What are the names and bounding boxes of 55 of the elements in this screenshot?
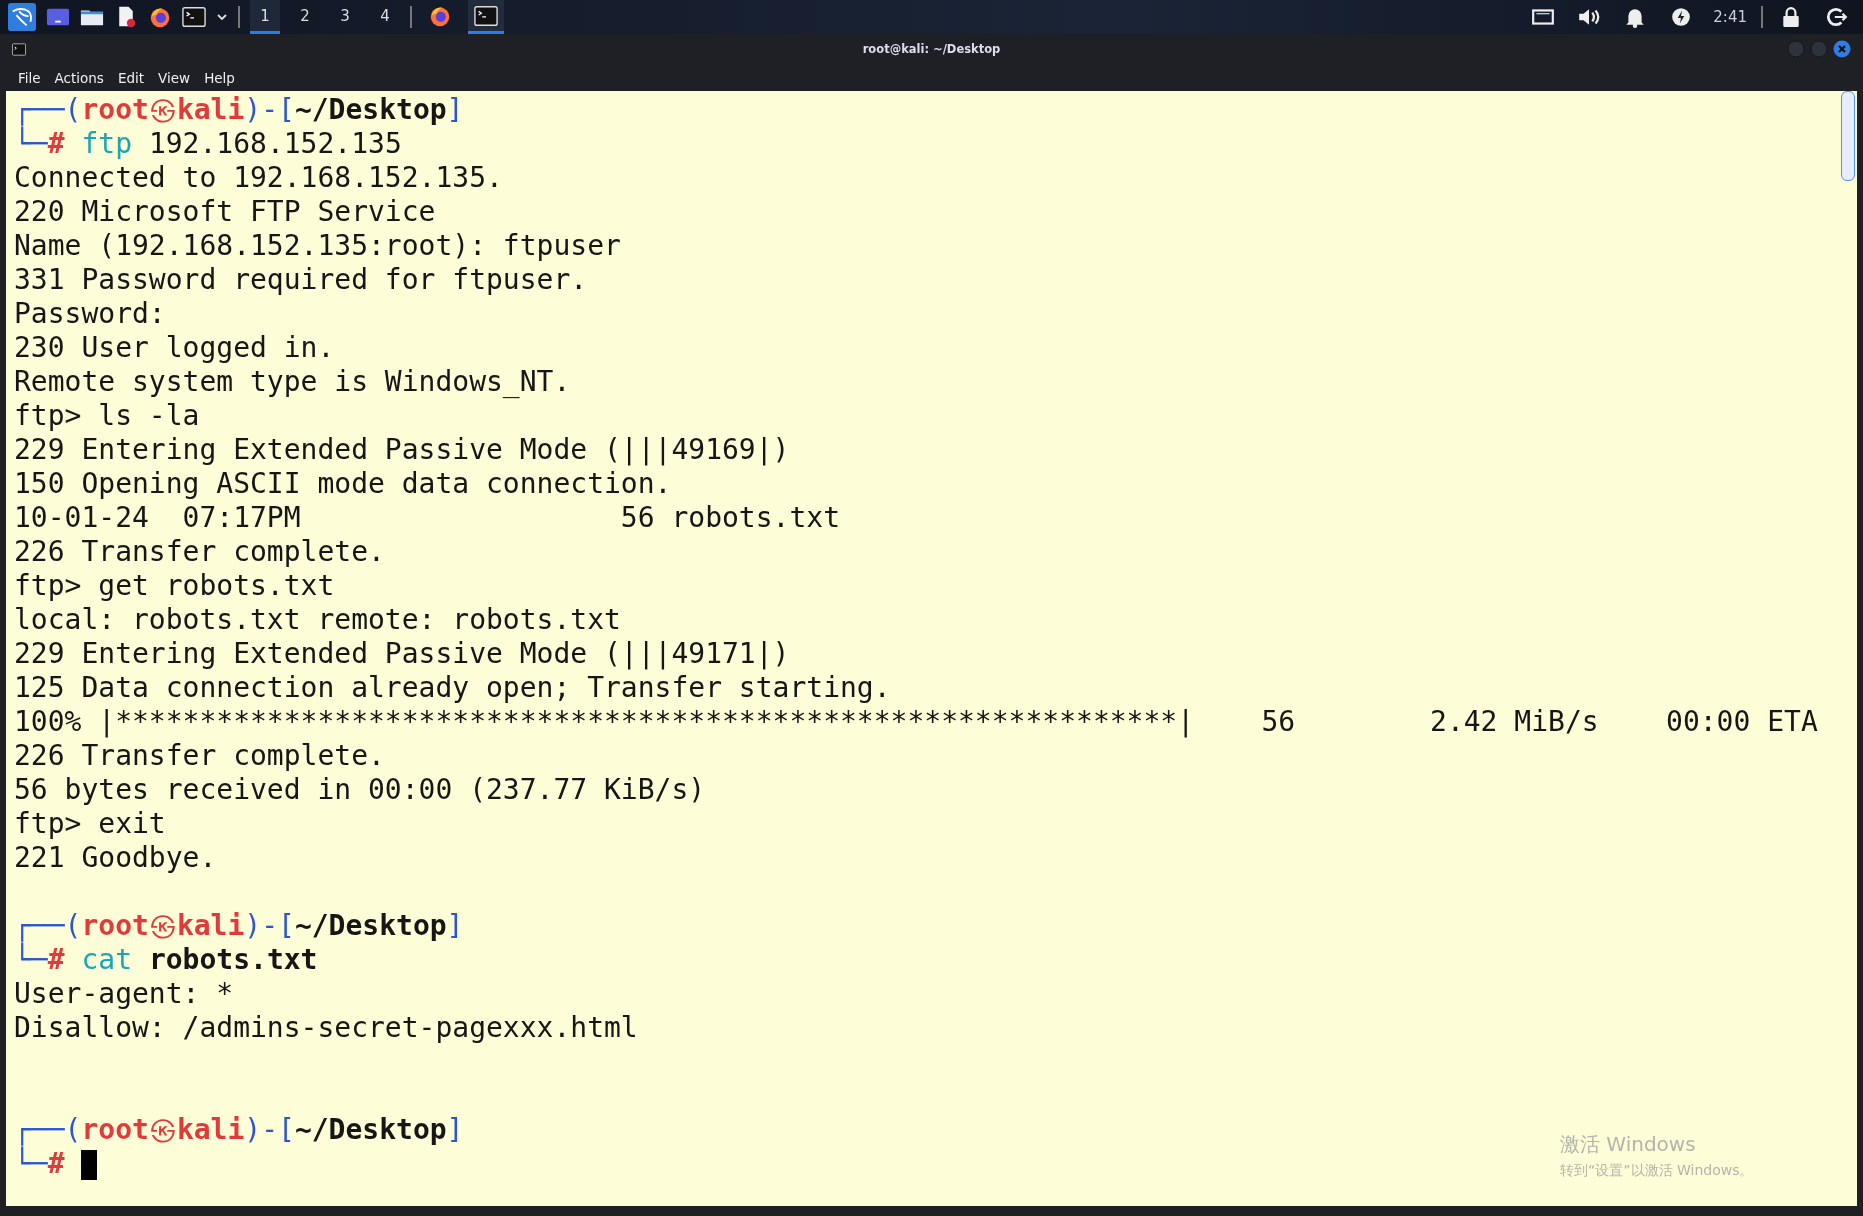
command-line: └─#	[14, 1147, 98, 1181]
output-line: local: robots.txt remote: robots.txt	[14, 603, 621, 637]
terminal-icon	[12, 42, 26, 56]
monitor-icon[interactable]	[1531, 6, 1556, 28]
caret-icon[interactable]	[216, 11, 228, 23]
terminal-icon[interactable]	[474, 4, 498, 27]
output-line: User-agent: *	[14, 977, 234, 1011]
workspace-button[interactable]: 4	[370, 0, 400, 34]
output-line: Password:	[14, 297, 166, 331]
workspace-button[interactable]: 1	[250, 0, 280, 34]
dragon-logo-icon[interactable]	[8, 3, 36, 31]
prompt-line: ┌──(root㉿kali)-[~/Desktop]	[14, 93, 464, 126]
output-line: 229 Entering Extended Passive Mode (|||49169|)	[14, 433, 790, 467]
output-line: 221 Goodbye.	[14, 841, 217, 875]
menu-item[interactable]: Actions	[54, 69, 104, 86]
output-line: 220 Microsoft FTP Service	[14, 195, 436, 229]
output-line: Connected to 192.168.152.135.	[14, 161, 503, 195]
activation-message: 转到“设置”以激活 Windows。	[1560, 1162, 1754, 1180]
output-line: 229 Entering Extended Passive Mode (|||49171|)	[14, 637, 790, 671]
firefox-icon[interactable]	[428, 4, 452, 27]
terminal-icon[interactable]	[182, 6, 206, 28]
clock: 2:41	[1712, 8, 1748, 26]
scrollbar-thumb[interactable]	[1841, 91, 1855, 181]
output-line: Disallow: /admins-secret-pagexxx.html	[14, 1011, 638, 1045]
output-line: ftp> ls -la	[14, 399, 200, 433]
output-line: 230 User logged in.	[14, 331, 335, 365]
logout-icon[interactable]	[1825, 6, 1849, 28]
output-line: 226 Transfer complete.	[14, 739, 385, 773]
output-line: Remote system type is Windows_NT.	[14, 365, 571, 399]
menu-item[interactable]: Edit	[117, 69, 145, 86]
output-line: ftp> exit	[14, 807, 166, 841]
menu-item[interactable]: View	[158, 69, 191, 86]
command-line: └─# ftp 192.168.152.135	[14, 127, 402, 161]
output-line: 10-01-24 07:17PM 56 robots.txt	[14, 501, 840, 535]
output-line: 56 bytes received in 00:00 (237.77 KiB/s)	[14, 773, 706, 807]
window-title: root@kali: ~/Desktop	[862, 42, 1001, 56]
workspace-button[interactable]: 2	[290, 0, 320, 34]
desktop-icon[interactable]	[46, 6, 70, 28]
output-line: Name (192.168.152.135:root): ftpuser	[14, 229, 621, 263]
prompt-line: ┌──(root㉿kali)-[~/Desktop]	[14, 909, 464, 942]
firefox-icon[interactable]	[148, 6, 172, 28]
command-line: └─# cat robots.txt	[14, 943, 318, 977]
menu-item[interactable]: File	[18, 69, 41, 86]
output-line: 226 Transfer complete.	[14, 535, 385, 569]
close-button[interactable]	[1833, 40, 1851, 58]
output-line: ftp> get robots.txt	[14, 569, 335, 603]
output-line: 150 Opening ASCII mode data connection.	[14, 467, 672, 501]
menu-item[interactable]: Help	[204, 69, 235, 86]
output-line: 100% |***************************************************************| 56 2.42 MiB/s 00:00 ETA	[14, 705, 1818, 739]
output-line: 125 Data connection already open; Transfer starting.	[14, 671, 891, 705]
taskbar-button[interactable]	[468, 0, 504, 34]
activation-title: 激活 Windows	[1560, 1131, 1697, 1158]
output-line: 331 Password required for ftpuser.	[14, 263, 588, 297]
prompt-line: ┌──(root㉿kali)-[~/Desktop]	[14, 1113, 464, 1146]
workspace-button[interactable]: 3	[330, 0, 360, 34]
